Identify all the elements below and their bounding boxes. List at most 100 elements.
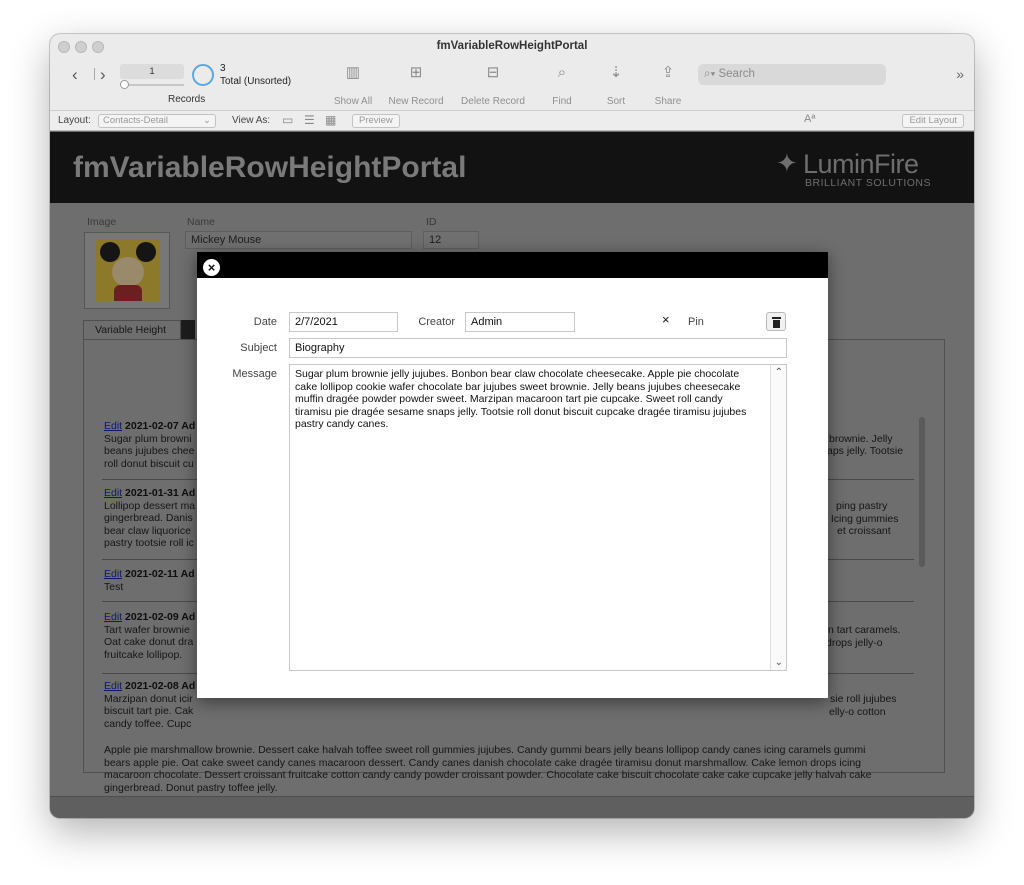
row-text-line: macaroon chocolate. Dessert croissant fr… bbox=[104, 769, 872, 781]
nav-divider bbox=[94, 68, 95, 80]
id-label: ID bbox=[426, 216, 437, 228]
row-text-line: bears apple pie. Oat cake sweet candy ca… bbox=[104, 756, 861, 769]
logo-tagline: BRILLIANT SOLUTIONS bbox=[805, 177, 932, 189]
mickey-face bbox=[112, 257, 144, 287]
mickey-left-ear bbox=[100, 242, 120, 262]
tab-other[interactable] bbox=[181, 320, 195, 340]
layout-bar: Layout: Contacts-Detail ⌄ View As: ▭ ☰ ▦… bbox=[50, 110, 974, 131]
view-as-label: View As: bbox=[232, 115, 271, 126]
message-line: pastry candy canes. bbox=[295, 418, 389, 430]
edit-link[interactable]: Edit bbox=[104, 611, 122, 623]
date-field[interactable]: 2/7/2021 bbox=[289, 312, 398, 332]
card-title-bar: × bbox=[197, 252, 828, 278]
row-text-right: . Icing gummies bbox=[825, 513, 899, 525]
found-set-pie-icon bbox=[192, 64, 214, 86]
message-line: muffin dragée powder powder sweet. Marzi… bbox=[295, 393, 723, 405]
toolbar: fmVariableRowHeightPortal ‹ › 1 3 Total … bbox=[50, 34, 974, 110]
row-text-line: gingerbread. Donut pastry toffee jelly. bbox=[104, 781, 278, 794]
show-all-button[interactable]: ▥ Show All bbox=[332, 64, 374, 107]
text-size-icon[interactable]: Aª bbox=[804, 113, 815, 125]
portal-row-paragraph: Apple pie marshmallow brownie. Dessert c… bbox=[104, 744, 912, 794]
form-view-icon[interactable]: ▭ bbox=[282, 113, 293, 127]
window-title: fmVariableRowHeightPortal bbox=[436, 40, 588, 52]
row-date: 2021-02-07 Ad bbox=[125, 420, 196, 432]
search-placeholder: Search bbox=[718, 68, 755, 80]
row-text-right: ping pastry bbox=[836, 500, 888, 512]
edit-link[interactable]: Edit bbox=[104, 680, 122, 692]
trash-lid bbox=[772, 317, 781, 319]
layout-select[interactable]: Contacts-Detail ⌄ bbox=[98, 114, 216, 128]
toolbar-overflow-button[interactable]: » bbox=[956, 66, 964, 82]
name-label: Name bbox=[187, 216, 216, 228]
layout-label: Layout: bbox=[58, 115, 91, 126]
found-count: 3 bbox=[220, 63, 226, 74]
mickey-mouse-photo bbox=[96, 239, 160, 301]
chevron-down-icon[interactable]: ⌄ bbox=[775, 657, 783, 668]
image-label: Image bbox=[87, 216, 117, 228]
delete-record-button[interactable]: ⊟ Delete Record bbox=[458, 64, 528, 107]
list-view-icon[interactable]: ☰ bbox=[304, 113, 315, 127]
edit-link[interactable]: Edit bbox=[104, 568, 122, 580]
status-footer bbox=[50, 796, 974, 818]
new-record-button[interactable]: ⊞ New Record bbox=[386, 64, 446, 107]
mickey-right-ear bbox=[136, 242, 156, 262]
subject-field[interactable]: Biography bbox=[289, 338, 787, 358]
row-date: 2021-02-11 Ad bbox=[125, 568, 195, 580]
record-slider[interactable] bbox=[120, 84, 184, 86]
chevron-up-icon[interactable]: ⌃ bbox=[775, 367, 783, 378]
find-button[interactable]: ⌕ Find bbox=[544, 64, 580, 107]
show-all-label: Show All bbox=[333, 96, 373, 107]
message-text: Sugar plum brownie jelly jujubes. Bonbon… bbox=[295, 368, 765, 431]
row-text-right: n tart caramels. bbox=[828, 624, 901, 636]
sort-button[interactable]: ⇣ Sort bbox=[600, 64, 632, 107]
sort-icon: ⇣ bbox=[609, 64, 623, 81]
current-record-field[interactable]: 1 bbox=[120, 64, 184, 79]
sort-label: Sort bbox=[606, 96, 626, 107]
subject-label: Subject bbox=[240, 342, 277, 354]
message-card-window: × Date 2/7/2021 Creator Admin × Pin Subj… bbox=[197, 252, 828, 698]
delete-record-icon: ⊟ bbox=[486, 64, 500, 81]
layout-select-value: Contacts-Detail bbox=[103, 115, 168, 126]
search-icon: ⌕▾ bbox=[704, 68, 716, 80]
date-label: Date bbox=[253, 316, 277, 328]
edit-layout-button[interactable]: Edit Layout bbox=[902, 114, 964, 128]
chevron-down-icon: ⌄ bbox=[203, 115, 211, 126]
app-title: fmVariableRowHeightPortal bbox=[73, 151, 467, 184]
table-view-icon[interactable]: ▦ bbox=[325, 113, 336, 127]
row-text-right: elly-o cotton bbox=[829, 706, 886, 718]
previous-record-button[interactable]: ‹ bbox=[72, 65, 78, 85]
record-slider-knob[interactable] bbox=[120, 80, 129, 89]
preview-button[interactable]: Preview bbox=[352, 114, 400, 128]
luminfire-logo-icon: ✦ bbox=[776, 148, 798, 178]
close-icon[interactable]: × bbox=[203, 259, 220, 276]
row-text-right: sie roll jujubes bbox=[830, 693, 897, 705]
edit-link[interactable]: Edit bbox=[104, 420, 122, 432]
message-scrollbar[interactable]: ⌃ ⌄ bbox=[770, 365, 786, 670]
share-button[interactable]: ⇪ Share bbox=[650, 64, 686, 107]
search-input[interactable]: ⌕▾ Search bbox=[698, 64, 886, 85]
share-label: Share bbox=[654, 96, 682, 107]
new-record-label: New Record bbox=[388, 96, 444, 107]
pin-label: Pin bbox=[688, 316, 704, 328]
portal-scrollbar[interactable] bbox=[919, 417, 925, 567]
contact-image-container[interactable] bbox=[84, 232, 170, 309]
creator-label: Creator bbox=[418, 316, 455, 328]
logo-name: LuminFire bbox=[803, 149, 919, 179]
row-date: 2021-02-09 Ad bbox=[125, 611, 196, 623]
name-field[interactable]: Mickey Mouse bbox=[185, 231, 412, 249]
delete-button[interactable] bbox=[766, 312, 786, 331]
row-text-right: et croissant bbox=[837, 525, 891, 537]
creator-field[interactable]: Admin bbox=[465, 312, 575, 332]
message-label: Message bbox=[232, 368, 277, 380]
row-text-right: aps jelly. Tootsie bbox=[827, 445, 904, 457]
edit-link[interactable]: Edit bbox=[104, 487, 122, 499]
message-field[interactable]: Sugar plum brownie jelly jujubes. Bonbon… bbox=[289, 364, 787, 671]
message-line: tiramisu pie dragée sesame snaps jelly. … bbox=[295, 405, 747, 418]
tab-variable-height[interactable]: Variable Height bbox=[83, 320, 181, 340]
row-text-line: biscuit tart pie. Cak bbox=[104, 705, 194, 717]
new-record-icon: ⊞ bbox=[409, 64, 423, 81]
pin-checkbox[interactable]: × bbox=[662, 312, 670, 327]
message-line: cake lollipop cookie wafer chocolate bar… bbox=[295, 380, 741, 393]
next-record-button[interactable]: › bbox=[100, 65, 106, 85]
id-field[interactable]: 12 bbox=[423, 231, 479, 249]
